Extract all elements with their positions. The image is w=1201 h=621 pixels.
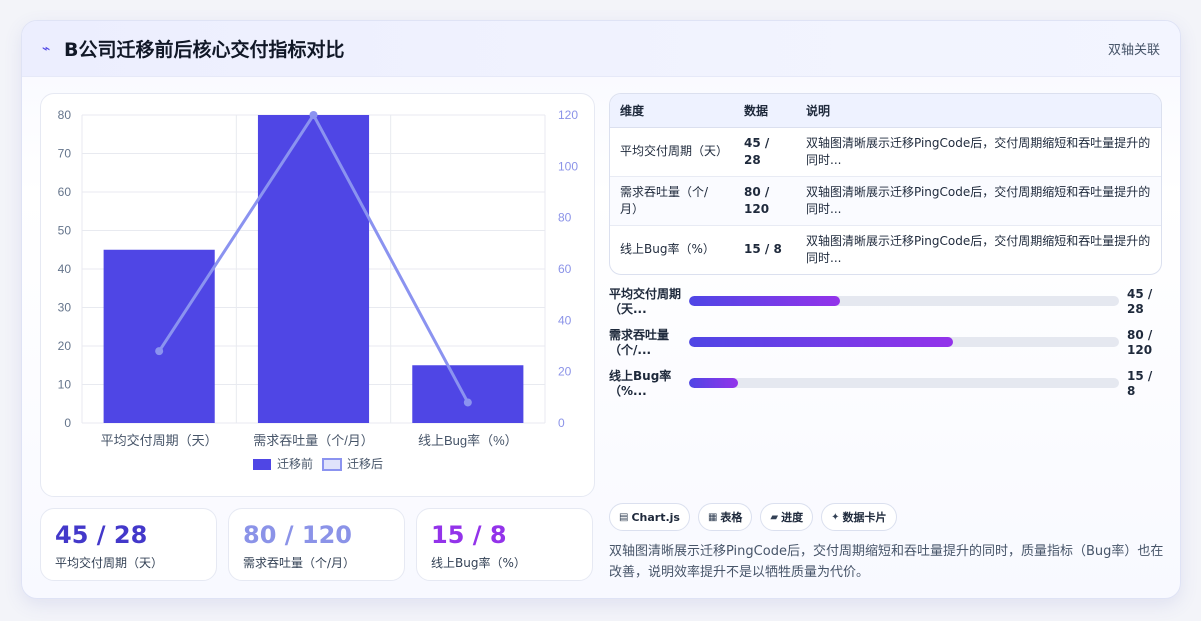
progress-list: 平均交付周期（天... 45 / 28 需求吞吐量（个/... 80 / 120…: [609, 287, 1162, 410]
chart-icon: ▤: [619, 511, 629, 523]
page-title: B公司迁移前后核心交付指标对比: [64, 39, 345, 61]
progress-track: [689, 378, 1119, 388]
kpi-label: 平均交付周期（天）: [55, 556, 164, 570]
y-right-tick-label: 20: [558, 365, 572, 379]
bar: [103, 249, 215, 423]
kpi-value: 45 / 28: [55, 521, 148, 549]
progress-icon: ▰: [770, 511, 779, 523]
kpi-cards: 45 / 28 平均交付周期（天） 80 / 120 需求吞吐量（个/月） 15…: [40, 508, 595, 582]
line-point: [463, 398, 472, 407]
chip-label: 表格: [720, 511, 743, 524]
kpi-card: 80 / 120 需求吞吐量（个/月）: [228, 508, 405, 581]
progress-label: 平均交付周期（天...: [609, 287, 682, 316]
progress-row: 需求吞吐量（个/... 80 / 120: [609, 328, 1162, 369]
chart-description: 双轴图清晰展示迁移PingCode后，交付周期缩短和吞吐量提升的同时，质量指标（…: [609, 544, 1164, 580]
bar: [257, 115, 370, 423]
trend-icon: ⌁: [42, 40, 51, 57]
legend-swatch-bar: [253, 459, 271, 470]
table-cell: 需求吞吐量（个/月）: [620, 184, 709, 216]
table-cell: 80 / 120: [744, 184, 770, 216]
card-header: ⌁ B公司迁移前后核心交付指标对比 双轴关联: [22, 21, 1180, 77]
table-row: 需求吞吐量（个/月） 80 / 120 双轴图清晰展示迁移PingCode后，交…: [610, 176, 1161, 225]
column-header: 维度: [610, 94, 734, 128]
dual-axis-chart: 0 10 20 30 40 50 60 70 80 0 20 40 60 80 100 120 平均交付周期（天…: [40, 93, 595, 497]
line-point: [155, 347, 164, 356]
x-tick-label: 需求吞吐量（个/月）: [253, 433, 374, 448]
table-icon: ▦: [707, 511, 718, 523]
progress-track: [689, 337, 1119, 347]
y-right-tick-label: 120: [558, 108, 578, 122]
table-cell: 双轴图清晰展示迁移PingCode后，交付周期缩短和吞吐量提升的同时...: [806, 135, 1151, 167]
table-cell: 双轴图清晰展示迁移PingCode后，交付周期缩短和吞吐量提升的同时...: [806, 184, 1151, 216]
chip-data-card[interactable]: ✦ 数据卡片: [821, 503, 897, 531]
progress-value: 80 / 120: [1127, 328, 1153, 357]
progress-value: 45 / 28: [1127, 287, 1153, 316]
tech-chips: ▤ Chart.js ▦ 表格 ▰ 进度 ✦ 数据卡片: [609, 503, 897, 531]
column-header: 说明: [796, 94, 1161, 128]
chart-type-tag: 双轴关联: [1107, 43, 1160, 58]
y-right-tick-label: 0: [558, 416, 565, 430]
kpi-value: 15 / 8: [431, 521, 507, 549]
y-left-tick-label: 50: [58, 224, 72, 238]
line-point: [309, 111, 318, 119]
chip-label: Chart.js: [631, 510, 680, 524]
y-right-tick-label: 100: [558, 159, 578, 173]
chip-label: 数据卡片: [842, 511, 887, 524]
table-header-row: 维度 数据 说明: [610, 94, 1161, 128]
progress-row: 平均交付周期（天... 45 / 28: [609, 287, 1162, 328]
x-tick-label: 线上Bug率（%）: [418, 433, 518, 448]
table-cell: 平均交付周期（天）: [620, 144, 729, 158]
y-left-tick-label: 10: [58, 378, 72, 392]
bar: [412, 365, 524, 423]
progress-track: [689, 296, 1119, 306]
report-card: ⌁ B公司迁移前后核心交付指标对比 双轴关联 0 10 20 30 40 50 60 70 80…: [21, 20, 1181, 599]
y-left-tick-label: 0: [64, 416, 71, 430]
kpi-card: 45 / 28 平均交付周期（天）: [40, 508, 217, 581]
y-left-tick-label: 70: [58, 147, 72, 161]
data-table: 维度 数据 说明 平均交付周期（天） 45 / 28 双轴图清晰展示迁移Ping…: [609, 93, 1162, 275]
y-right-tick-label: 60: [558, 262, 572, 276]
legend-label: 迁移前: [277, 456, 313, 471]
progress-label: 需求吞吐量（个/...: [609, 328, 670, 357]
y-left-tick-label: 80: [58, 108, 72, 122]
legend-swatch-line: [322, 458, 342, 471]
table-cell: 15 / 8: [744, 242, 782, 257]
y-left-tick-label: 30: [58, 301, 72, 315]
progress-fill: [689, 296, 840, 306]
x-tick-label: 平均交付周期（天）: [101, 433, 218, 448]
table-cell: 双轴图清晰展示迁移PingCode后，交付周期缩短和吞吐量提升的同时...: [806, 233, 1151, 265]
card-icon: ✦: [831, 511, 840, 523]
kpi-value: 80 / 120: [243, 521, 352, 549]
table-cell: 线上Bug率（%）: [620, 242, 715, 257]
y-right-tick-label: 40: [558, 313, 572, 327]
y-left-tick-label: 40: [58, 262, 72, 276]
y-left-tick-label: 20: [58, 339, 72, 353]
column-header: 数据: [734, 94, 796, 128]
progress-label: 线上Bug率（%...: [609, 369, 672, 398]
legend-label: 迁移后: [347, 457, 383, 471]
table-row: 平均交付周期（天） 45 / 28 双轴图清晰展示迁移PingCode后，交付周…: [610, 127, 1161, 176]
kpi-label: 需求吞吐量（个/月）: [243, 556, 356, 570]
chip-table[interactable]: ▦ 表格: [697, 503, 753, 531]
y-right-tick-label: 80: [558, 211, 572, 225]
progress-value: 15 / 8: [1127, 369, 1153, 398]
y-left-tick-label: 60: [58, 185, 72, 199]
chip-progress[interactable]: ▰ 进度: [760, 503, 814, 531]
table-cell: 45 / 28: [744, 135, 770, 167]
table-row: 线上Bug率（%） 15 / 8 双轴图清晰展示迁移PingCode后，交付周期…: [610, 225, 1161, 274]
chip-chartjs[interactable]: ▤ Chart.js: [609, 503, 690, 531]
progress-fill: [689, 337, 954, 347]
chart-svg: 0 10 20 30 40 50 60 70 80 0 20 40 60 80 100 120 平均交付周期（天…: [58, 108, 578, 471]
kpi-label: 线上Bug率（%）: [431, 556, 526, 570]
progress-row: 线上Bug率（%... 15 / 8: [609, 369, 1162, 410]
progress-fill: [689, 378, 739, 388]
kpi-card: 15 / 8 线上Bug率（%）: [416, 508, 593, 581]
chip-label: 进度: [781, 511, 804, 524]
